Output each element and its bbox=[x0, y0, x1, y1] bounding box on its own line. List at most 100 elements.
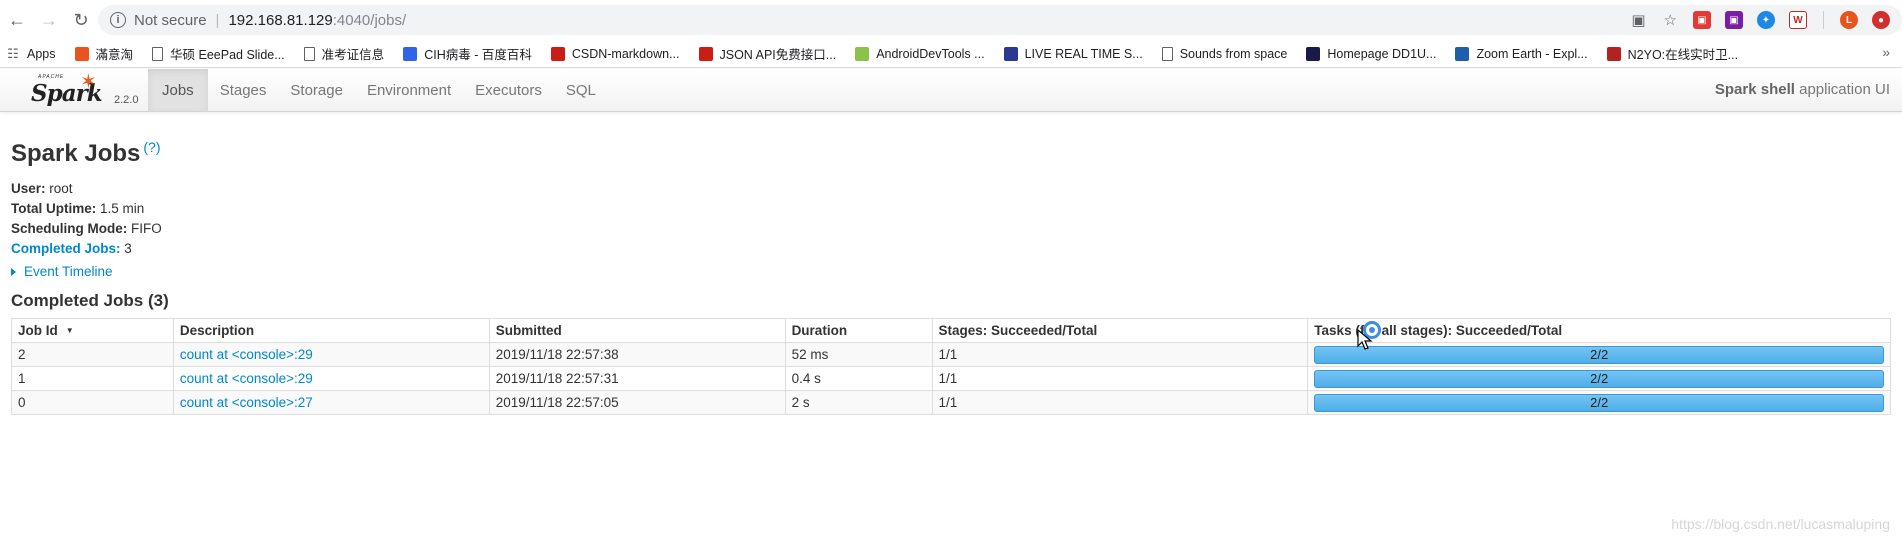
summary-mode: Scheduling Mode: FIFO bbox=[11, 219, 1891, 239]
tab-jobs[interactable]: Jobs bbox=[148, 69, 208, 111]
page-icon bbox=[152, 46, 164, 61]
job-id: 2 bbox=[11, 342, 174, 367]
summary-user: User: root bbox=[11, 179, 1891, 199]
forward-button[interactable]: → bbox=[34, 5, 64, 35]
completed-jobs-heading[interactable]: Completed Jobs (3) bbox=[11, 291, 1891, 314]
submitted-time: 2019/11/18 22:57:31 bbox=[488, 366, 786, 391]
description-cell: count at <console>:29 bbox=[172, 366, 490, 391]
job-description-link[interactable]: count at <console>:29 bbox=[180, 347, 313, 362]
stages-count: 1/1 bbox=[931, 342, 1309, 367]
extension-icon-4[interactable]: W bbox=[1789, 11, 1807, 29]
bookmark-label: 华硕 EeePad Slide... bbox=[170, 48, 285, 62]
job-description-link[interactable]: count at <console>:29 bbox=[180, 371, 313, 386]
table-row: 1 count at <console>:29 2019/11/18 22:57:3… bbox=[11, 366, 1891, 391]
bookmark-item[interactable]: Homepage DD1U... bbox=[1306, 46, 1436, 61]
tab-sql[interactable]: SQL bbox=[554, 69, 608, 111]
tasks-cell: 2/2 bbox=[1307, 390, 1891, 415]
mouse-cursor-icon bbox=[1357, 329, 1373, 350]
user-label: User: bbox=[11, 181, 46, 196]
uptime-label: Total Uptime: bbox=[11, 201, 97, 216]
column-header[interactable]: Description bbox=[172, 318, 490, 343]
job-description-link[interactable]: count at <console>:27 bbox=[180, 395, 313, 410]
reload-button[interactable]: ↻ bbox=[66, 5, 96, 35]
nav-tabs: Jobs Stages Storage Environment Executors SQL bbox=[148, 69, 608, 111]
profile-avatar[interactable]: L bbox=[1840, 11, 1858, 29]
uptime-value: 1.5 min bbox=[96, 201, 145, 216]
column-header[interactable]: Submitted bbox=[488, 318, 786, 343]
apps-grid-icon: ☷ bbox=[7, 45, 19, 61]
bookmark-label: CIH病毒 - 百度百科 bbox=[424, 48, 532, 62]
user-value: root bbox=[45, 181, 73, 196]
bookmark-item[interactable]: Sounds from space bbox=[1161, 46, 1288, 61]
column-header[interactable]: Stages: Succeeded/Total bbox=[931, 318, 1309, 343]
column-header-label: Tasks (for all stages): Succeeded/Total bbox=[1314, 323, 1563, 338]
column-header-label: Description bbox=[179, 323, 255, 338]
help-link[interactable]: (?) bbox=[143, 139, 160, 155]
description-cell: count at <console>:29 bbox=[172, 342, 490, 367]
duration: 2 s bbox=[784, 390, 933, 415]
tab-environment[interactable]: Environment bbox=[355, 69, 463, 111]
extension-icon-3[interactable]: ✦ bbox=[1757, 11, 1775, 29]
spark-star-icon: ✶ bbox=[80, 71, 97, 93]
bookmark-item[interactable]: LIVE REAL TIME S... bbox=[1003, 46, 1143, 61]
bookmark-label: AndroidDevTools ... bbox=[876, 46, 985, 61]
bookmark-item[interactable]: AndroidDevTools ... bbox=[855, 46, 985, 61]
bookmark-item[interactable]: 华硕 EeePad Slide... bbox=[152, 44, 285, 63]
bookmark-label: N2YO:在线实时卫... bbox=[1627, 48, 1739, 62]
favicon-icon bbox=[1606, 46, 1621, 61]
bookmark-label: Sounds from space bbox=[1179, 46, 1288, 61]
tab-executors[interactable]: Executors bbox=[463, 69, 554, 111]
bookmark-item[interactable]: CIH病毒 - 百度百科 bbox=[403, 44, 532, 63]
column-header-label: Duration bbox=[791, 323, 848, 338]
extension-icon-1[interactable]: ▣ bbox=[1693, 11, 1711, 29]
separator: | bbox=[215, 11, 220, 29]
mode-label: Scheduling Mode: bbox=[11, 221, 128, 236]
completed-jobs-table: Job Id ▼ Description Submitted Duration Stage… bbox=[11, 318, 1891, 415]
bookmark-item[interactable]: CSDN-markdown... bbox=[550, 46, 680, 61]
stages-count: 1/1 bbox=[931, 366, 1309, 391]
extension-icon-2[interactable]: ▣ bbox=[1725, 11, 1743, 29]
bookmark-label: 滿意淘 bbox=[95, 48, 134, 62]
spark-logo[interactable]: APACHE Spark ✶ 2.2.0 bbox=[0, 69, 148, 111]
info-icon[interactable]: i bbox=[110, 12, 126, 28]
bookmark-item[interactable]: 滿意淘 bbox=[74, 44, 134, 63]
favicon-icon bbox=[1003, 46, 1018, 61]
back-button[interactable]: ← bbox=[2, 5, 32, 35]
sort-desc-icon: ▼ bbox=[65, 326, 74, 335]
extension-icon-5[interactable]: ● bbox=[1872, 11, 1890, 29]
favicon-icon bbox=[1306, 46, 1321, 61]
bookmark-item[interactable]: Zoom Earth - Expl... bbox=[1455, 46, 1588, 61]
submitted-time: 2019/11/18 22:57:38 bbox=[488, 342, 786, 367]
bookmark-item[interactable]: 准考证信息 bbox=[303, 44, 385, 63]
bookmark-item[interactable]: N2YO:在线实时卫... bbox=[1606, 44, 1739, 63]
tab-stages[interactable]: Stages bbox=[208, 69, 279, 111]
bookmark-star-icon[interactable]: ☆ bbox=[1664, 11, 1677, 29]
event-timeline-toggle[interactable]: Event Timeline bbox=[11, 264, 1891, 279]
omnibox-actions: ▣ ☆ ▣ ▣ ✦ W L ● bbox=[1625, 5, 1902, 35]
table-row: 2 count at <console>:29 2019/11/18 22:57:3… bbox=[11, 342, 1891, 367]
caret-right-icon bbox=[11, 267, 16, 276]
watermark: https://blog.csdn.net/lucasmaluping bbox=[1671, 516, 1890, 532]
address-bar[interactable]: i Not secure | 192.168.81.129:4040/jobs/… bbox=[98, 5, 1902, 35]
translate-icon[interactable]: ▣ bbox=[1631, 11, 1645, 29]
bookmark-item[interactable]: ☷ Apps bbox=[6, 45, 56, 61]
bookmark-label: 准考证信息 bbox=[321, 48, 385, 62]
favicon-icon bbox=[1455, 46, 1470, 61]
page-content: Spark Jobs (?) User: root Total Uptime: 1… bbox=[0, 139, 1902, 415]
bookmarks-overflow-icon[interactable]: » bbox=[1882, 44, 1890, 60]
event-timeline-label: Event Timeline bbox=[24, 264, 113, 279]
spark-version: 2.2.0 bbox=[114, 94, 139, 106]
bookmark-item[interactable]: JSON API免费接口... bbox=[698, 44, 837, 63]
bookmark-label: JSON API免费接口... bbox=[719, 48, 837, 62]
completed-jobs-link[interactable]: Completed Jobs: bbox=[11, 241, 121, 256]
bookmark-label: Zoom Earth - Expl... bbox=[1476, 46, 1588, 61]
column-header[interactable]: Duration bbox=[784, 318, 933, 343]
column-header[interactable]: Tasks (for all stages): Succeeded/Total bbox=[1307, 318, 1891, 343]
tab-storage[interactable]: Storage bbox=[278, 69, 355, 111]
bookmark-label: Apps bbox=[27, 46, 56, 61]
page-title-text: Spark Jobs bbox=[11, 140, 141, 167]
stages-count: 1/1 bbox=[931, 390, 1309, 415]
column-header[interactable]: Job Id ▼ bbox=[11, 318, 174, 343]
column-header-label: Submitted bbox=[495, 323, 562, 338]
bookmark-label: LIVE REAL TIME S... bbox=[1024, 46, 1143, 61]
